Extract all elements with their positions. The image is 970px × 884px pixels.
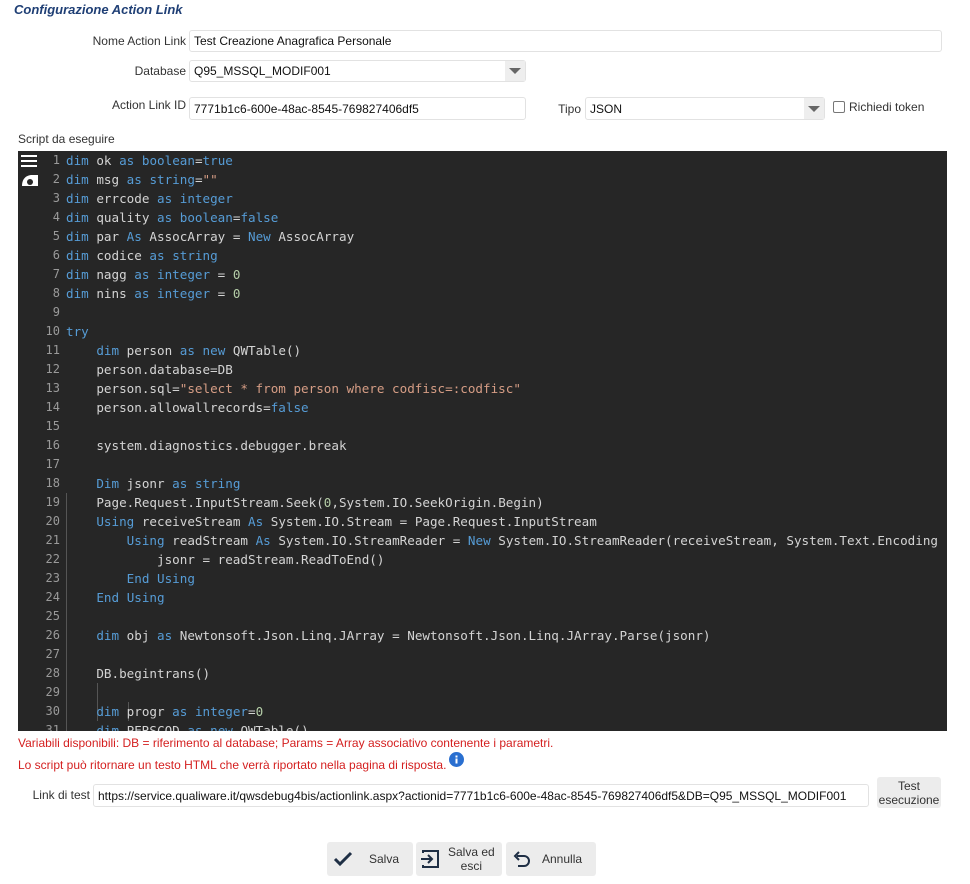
database-value: Q95_MSSQL_MODIF001: [194, 64, 331, 78]
cancel-label: Annulla: [542, 852, 583, 866]
richiedi-token-label: Richiedi token: [849, 100, 925, 114]
tipo-label: Tipo: [558, 102, 581, 116]
line-number: 4: [52, 210, 60, 224]
line-number: 30: [45, 704, 60, 718]
line-number: 15: [45, 419, 60, 433]
line-number: 29: [45, 685, 60, 699]
save-button[interactable]: Salva: [327, 842, 413, 876]
line-number: 26: [45, 628, 60, 642]
line-number: 31: [45, 723, 60, 731]
code-line[interactable]: person.allowallrecords=false: [66, 398, 308, 417]
exit-arrow-icon: [421, 850, 439, 868]
undo-arrow-icon: [513, 851, 530, 867]
line-number: 14: [45, 400, 60, 414]
code-line[interactable]: try: [66, 322, 89, 341]
code-line[interactable]: DB.begintrans(): [66, 664, 210, 683]
name-label: Nome Action Link: [92, 34, 186, 48]
database-select[interactable]: Q95_MSSQL_MODIF001: [189, 60, 526, 82]
code-line[interactable]: End Using: [66, 569, 195, 588]
code-line[interactable]: dim codice as string: [66, 246, 218, 265]
return-note: Lo script può ritornare un testo HTML ch…: [18, 758, 447, 772]
action-link-id-input[interactable]: 7771b1c6-600e-48ac-8545-769827406df5: [189, 97, 526, 120]
code-line[interactable]: dim progr as integer=0: [66, 702, 263, 721]
database-label: Database: [134, 64, 186, 78]
code-line[interactable]: person.sql="select * from person where c…: [66, 379, 521, 398]
info-icon[interactable]: [449, 752, 464, 767]
code-line[interactable]: dim obj as Newtonsoft.Json.Linq.JArray =…: [66, 626, 710, 645]
code-line[interactable]: person.database=DB: [66, 360, 232, 379]
line-number: 18: [45, 476, 60, 490]
code-line[interactable]: Using receiveStream As System.IO.Stream …: [66, 512, 596, 531]
line-number: 27: [45, 647, 60, 661]
line-number: 24: [45, 590, 60, 604]
tipo-select[interactable]: JSON: [585, 97, 825, 120]
test-execution-button[interactable]: Test esecuzione: [877, 777, 941, 808]
line-number: 5: [52, 229, 60, 243]
code-line[interactable]: dim errcode as integer: [66, 189, 233, 208]
code-line[interactable]: dim nins as integer = 0: [66, 284, 240, 303]
line-number: 20: [45, 514, 60, 528]
save-and-exit-label: Salva ed esci: [448, 845, 495, 873]
code-line[interactable]: dim nagg as integer = 0: [66, 265, 240, 284]
code-line[interactable]: Using readStream As System.IO.StreamRead…: [66, 531, 938, 550]
save-and-exit-button[interactable]: Salva ed esci: [416, 842, 502, 876]
richiedi-token-checkbox[interactable]: [833, 101, 845, 113]
code-line[interactable]: dim quality as boolean=false: [66, 208, 278, 227]
code-line[interactable]: Dim jsonr as string: [66, 474, 240, 493]
line-number: 8: [52, 286, 60, 300]
code-editor[interactable]: 1 2 3 4 5 6 7 8 9 10 11 12 13 14 15 16 17 18 19 20 21 22 23 24 2…: [18, 151, 947, 731]
variables-note: Variabili disponibili: DB = riferimento …: [18, 736, 554, 750]
line-number: 12: [45, 362, 60, 376]
code-line[interactable]: dim person as new QWTable(): [66, 341, 301, 360]
cancel-button[interactable]: Annulla: [506, 842, 596, 876]
line-number: 6: [52, 248, 60, 262]
save-and-exit-label-1: Salva ed: [448, 845, 495, 859]
save-label: Salva: [369, 852, 400, 866]
line-number: 16: [45, 438, 60, 452]
chevron-down-icon[interactable]: [505, 61, 525, 81]
code-line[interactable]: Page.Request.InputStream.Seek(0,System.I…: [66, 493, 543, 512]
test-execution-label-1: Test: [897, 778, 920, 793]
test-link-input[interactable]: https://service.qualiware.it/qwsdebug4bi…: [93, 784, 869, 807]
line-number: 22: [45, 552, 60, 566]
code-area[interactable]: dim ok as boolean=true dim msg as string=…: [66, 151, 947, 731]
line-number: 25: [45, 609, 60, 623]
code-line[interactable]: jsonr = readStream.ReadToEnd(): [66, 550, 384, 569]
test-execution-label-2: esecuzione: [878, 792, 940, 807]
action-link-id-label: Action Link ID: [111, 98, 186, 112]
line-number: 21: [45, 533, 60, 547]
line-number: 9: [52, 305, 60, 319]
code-line[interactable]: dim par As AssocArray = New AssocArray: [66, 227, 354, 246]
line-number: 28: [45, 666, 60, 680]
line-number: 7: [52, 267, 60, 281]
code-line[interactable]: dim ok as boolean=true: [66, 151, 233, 170]
line-number: 13: [45, 381, 60, 395]
page-title: Configurazione Action Link: [14, 2, 183, 17]
line-number: 1: [52, 153, 60, 167]
line-number: 3: [52, 191, 60, 205]
line-number: 19: [45, 495, 60, 509]
test-link-label: Link di test: [32, 788, 90, 802]
checkmark-icon: [333, 851, 353, 867]
code-line[interactable]: dim PERSCOD as new QWTable(): [66, 721, 308, 731]
line-number: 17: [45, 457, 60, 471]
line-number: 10: [45, 324, 60, 338]
line-number: 11: [45, 343, 60, 357]
action-link-name-input[interactable]: Test Creazione Anagrafica Personale: [189, 30, 942, 52]
script-label: Script da eseguire: [18, 132, 115, 146]
tipo-value: JSON: [590, 101, 623, 116]
code-line[interactable]: dim msg as string="": [66, 170, 218, 189]
code-line[interactable]: End Using: [66, 588, 164, 607]
line-number: 23: [45, 571, 60, 585]
save-and-exit-label-2: esci: [460, 859, 483, 873]
line-number: 2: [52, 172, 60, 186]
chevron-down-icon[interactable]: [804, 98, 824, 119]
code-line[interactable]: system.diagnostics.debugger.break: [66, 436, 346, 455]
editor-gutter: 1 2 3 4 5 6 7 8 9 10 11 12 13 14 15 16 17 18 19 20 21 22 23 24 2…: [18, 151, 60, 731]
